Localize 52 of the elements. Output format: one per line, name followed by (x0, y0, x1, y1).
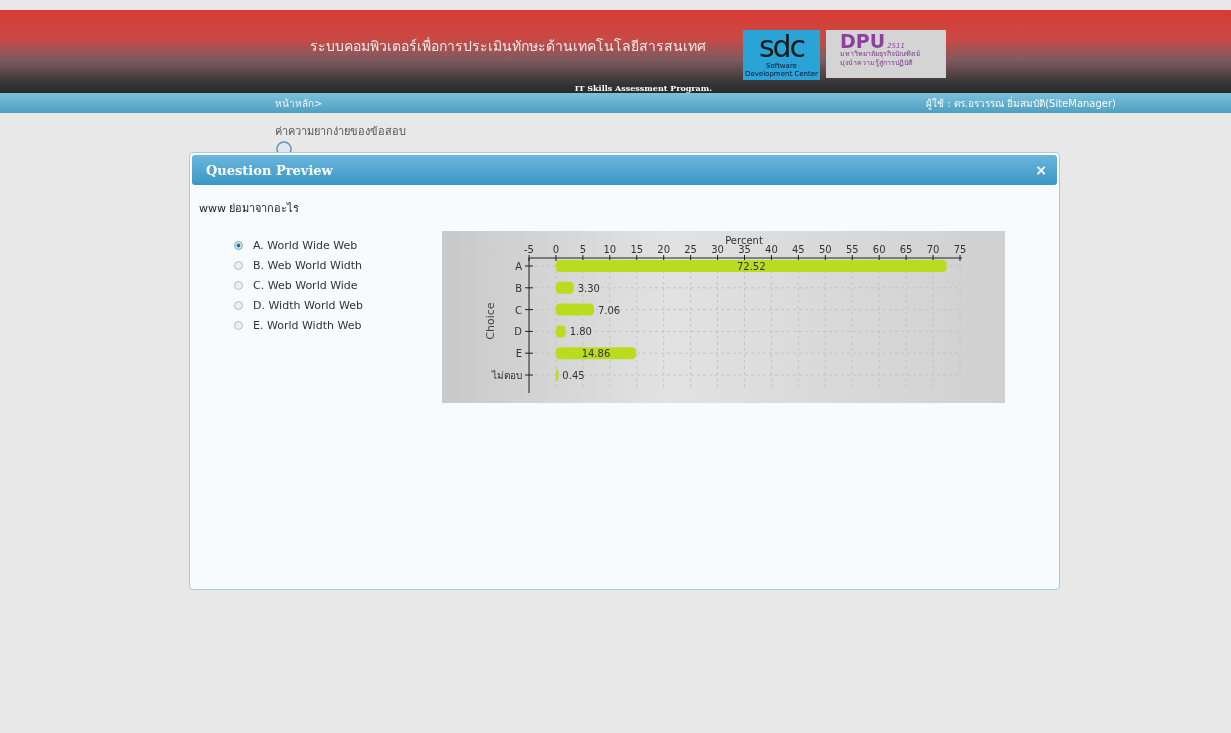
page-heading: ค่าความยากง่ายของข้อสอบ (275, 125, 406, 138)
value-label: 7.06 (597, 304, 621, 316)
option-label[interactable]: D. Width World Web (253, 299, 363, 312)
dialog-title: Question Preview (206, 162, 333, 178)
tick-label: 20 (657, 244, 671, 255)
user-label: ผู้ใช้ : ดร.อรวรรณ อิ่มสมบัติ(SiteManager) (926, 95, 1116, 111)
search-icon[interactable] (275, 140, 293, 152)
radio-button[interactable] (234, 321, 243, 330)
category-label: A (515, 261, 522, 272)
category-label: E (515, 348, 522, 360)
category-label: D (514, 326, 522, 338)
tick-label: 30 (711, 244, 724, 255)
value-label: 1.80 (569, 326, 592, 338)
tick-label: -5 (524, 244, 534, 255)
value-label: 3.30 (577, 282, 600, 294)
value-label: 14.86 (581, 348, 611, 360)
tick-label: 40 (765, 244, 778, 255)
axis-title: Choice (484, 302, 497, 340)
tick-label: 60 (872, 244, 886, 255)
radio-button[interactable] (234, 261, 243, 270)
value-label: 72.52 (736, 261, 766, 272)
site-subtitle: IT Skills Assessment Program. (574, 83, 712, 93)
option-label[interactable]: B. Web World Width (253, 259, 362, 272)
tick-label: 0 (552, 244, 560, 255)
site-title: ระบบคอมพิวเตอร์เพื่อการประเมินทักษะด้านเทคโนโลยีสารสนเทศ (310, 36, 706, 56)
tick-label: 50 (818, 244, 832, 255)
tick-label: 45 (792, 244, 805, 255)
tick-label: 75 (953, 244, 967, 255)
tick-label: 25 (684, 244, 697, 255)
tick-label: 10 (603, 244, 617, 255)
tick-label: 55 (845, 244, 859, 255)
tick-label: 15 (630, 244, 644, 255)
bar (555, 281, 574, 294)
option-label[interactable]: C. Web World Wide (253, 279, 358, 292)
axis-title: Percent (725, 235, 763, 246)
category-label: B (515, 282, 522, 294)
category-label: C (515, 304, 522, 316)
radio-button[interactable] (234, 301, 243, 310)
option-label[interactable]: E. World Width Web (253, 319, 362, 332)
value-label: 0.45 (562, 370, 585, 381)
tick-label: 70 (926, 244, 940, 255)
bar (555, 303, 594, 316)
radio-button[interactable] (234, 241, 243, 250)
tick-label: 35 (738, 244, 751, 255)
bar (555, 369, 559, 381)
question-text: www ย่อมาจากอะไร (199, 201, 301, 217)
radio-button[interactable] (234, 281, 243, 290)
tick-label: 5 (579, 244, 587, 255)
category-label: ไม่ตอบ (492, 370, 522, 381)
bar (555, 325, 566, 338)
option-label[interactable]: A. World Wide Web (253, 239, 358, 252)
tick-label: 65 (899, 244, 913, 255)
